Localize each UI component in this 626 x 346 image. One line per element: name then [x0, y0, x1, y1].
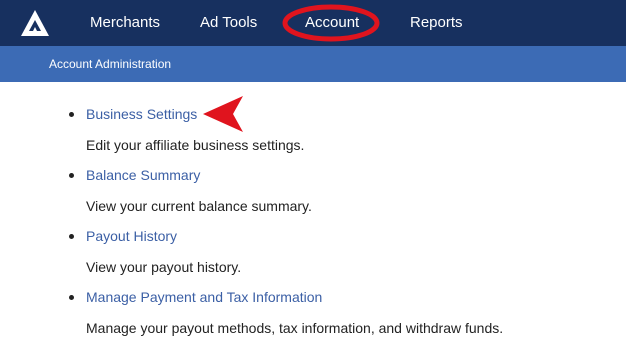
balance-summary-link[interactable]: Balance Summary	[86, 167, 200, 183]
manage-payment-tax-link[interactable]: Manage Payment and Tax Information	[86, 289, 322, 305]
payout-history-link[interactable]: Payout History	[86, 228, 177, 244]
balance-summary-description: View your current balance summary.	[86, 198, 312, 214]
account-links-list: Business Settings Edit your affiliate bu…	[0, 0, 626, 346]
bullet	[69, 173, 74, 178]
bullet	[69, 112, 74, 117]
bullet	[69, 295, 74, 300]
bullet	[69, 234, 74, 239]
business-settings-description: Edit your affiliate business settings.	[86, 137, 305, 153]
manage-payment-tax-description: Manage your payout methods, tax informat…	[86, 320, 504, 336]
business-settings-link[interactable]: Business Settings	[86, 106, 197, 122]
payout-history-description: View your payout history.	[86, 259, 242, 275]
